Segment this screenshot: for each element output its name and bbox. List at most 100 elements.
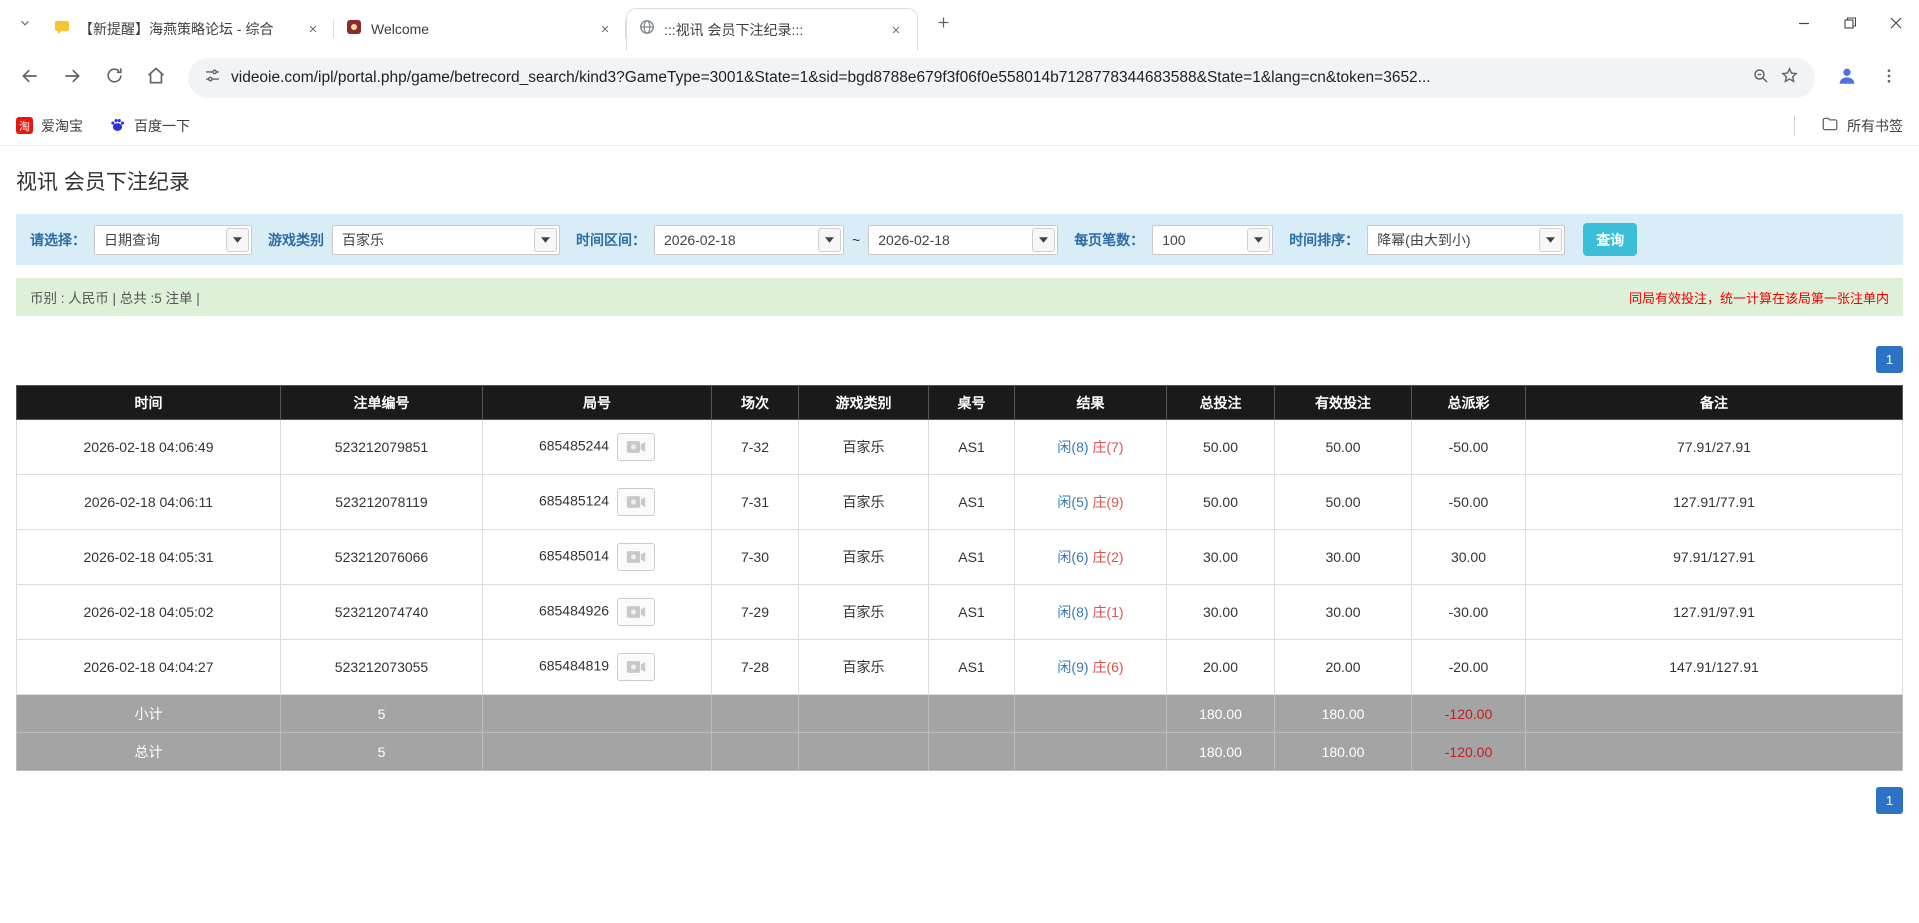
dropdown-arrow-icon[interactable] [226,228,249,252]
subtotal-payout: -120.00 [1412,695,1526,733]
filter-label: 每页笔数： [1074,230,1144,250]
table-row: 2026-02-18 04:06:11 523212078119 6854851… [17,475,1903,530]
close-tab-button[interactable] [596,20,614,38]
tab-title: Welcome [371,21,587,37]
page-number-button[interactable]: 1 [1876,787,1903,814]
cell-note: 147.91/127.91 [1526,640,1903,695]
bookmark-star-icon[interactable] [1780,66,1799,90]
url-text[interactable]: videoie.com/ipl/portal.php/game/betrecor… [231,69,1742,87]
cell-total-bet[interactable]: 50.00 [1167,420,1275,475]
dropdown-value: 2026-02-18 [655,232,768,248]
cell-valid-bet: 30.00 [1275,585,1412,640]
dropdown-arrow-icon[interactable] [534,228,557,252]
minimize-icon [1798,16,1810,34]
tab-search-button[interactable] [8,8,42,42]
dropdown-arrow-icon[interactable] [1032,228,1055,252]
cell-time: 2026-02-18 04:05:02 [17,585,281,640]
refresh-button[interactable] [96,60,132,96]
bookmark-aitaobao[interactable]: 淘 爱淘宝 [16,116,83,136]
col-note: 备注 [1526,386,1903,420]
video-replay-button[interactable] [617,598,655,626]
cell-session: 7-29 [712,585,799,640]
dropdown-arrow-icon[interactable] [818,228,841,252]
home-button[interactable] [138,60,174,96]
browser-window: 【新提醒】海燕策略论坛 - 综合 Welcome :::视讯 会员下注纪录::: [0,0,1919,923]
tab-bet-records[interactable]: :::视讯 会员下注纪录::: [626,8,918,50]
search-button[interactable]: 查询 [1583,223,1637,256]
cell-total-bet[interactable]: 50.00 [1167,475,1275,530]
cell-total-bet[interactable]: 30.00 [1167,585,1275,640]
chevron-down-icon [18,16,32,35]
game-type-dropdown[interactable]: 百家乐 [332,225,560,255]
round-id-text: 685484926 [539,603,609,619]
cell-result: 闲(9) 庄(6) [1015,640,1167,695]
result-banker: 庄(6) [1092,659,1123,675]
filter-label: 时间区间： [576,230,646,250]
cell-valid-bet: 20.00 [1275,640,1412,695]
back-button[interactable] [12,60,48,96]
video-replay-button[interactable] [617,543,655,571]
subtotal-row: 小计 5 180.00 180.00 -120.00 [17,695,1903,733]
close-icon [1890,16,1902,34]
menu-button[interactable] [1871,60,1907,96]
close-window-button[interactable] [1873,0,1919,50]
cell-game: 百家乐 [799,640,929,695]
video-replay-button[interactable] [617,488,655,516]
close-tab-button[interactable] [304,20,322,38]
page-content: 视讯 会员下注纪录 请选择： 日期查询 游戏类别 百家乐 时间区间： 202 [0,166,1919,814]
query-mode-dropdown[interactable]: 日期查询 [94,225,252,255]
date-to-dropdown[interactable]: 2026-02-18 [868,225,1058,255]
filter-page-size: 每页笔数： 100 [1074,225,1273,255]
total-count: 5 [281,733,483,771]
date-from-dropdown[interactable]: 2026-02-18 [654,225,844,255]
tab-welcome[interactable]: Welcome [334,8,626,50]
total-row: 总计 5 180.00 180.00 -120.00 [17,733,1903,771]
subtotal-count: 5 [281,695,483,733]
restore-button[interactable] [1827,0,1873,50]
baidu-paw-icon [109,116,126,136]
notice-text: 同局有效投注，统一计算在该局第一张注单内 [1629,288,1889,307]
cell-total-bet[interactable]: 30.00 [1167,530,1275,585]
new-tab-button[interactable] [928,10,958,40]
cell-game: 百家乐 [799,475,929,530]
bookmark-label: 百度一下 [134,116,190,136]
cell-time: 2026-02-18 04:06:11 [17,475,281,530]
video-replay-button[interactable] [617,433,655,461]
address-bar[interactable]: videoie.com/ipl/portal.php/game/betrecor… [188,58,1815,98]
sort-dropdown[interactable]: 降幂(由大到小) [1367,225,1565,255]
subtotal-label: 小计 [17,695,281,733]
minimize-button[interactable] [1781,0,1827,50]
cell-bet-id: 523212078119 [281,475,483,530]
dropdown-arrow-icon[interactable] [1247,228,1270,252]
page-size-dropdown[interactable]: 100 [1152,225,1273,255]
result-player: 闲(8) [1057,439,1088,455]
site-settings-icon[interactable] [204,67,221,89]
plus-icon [936,15,951,35]
profile-button[interactable] [1829,60,1865,96]
cell-game: 百家乐 [799,530,929,585]
summary-text: 币别 : 人民币 | 总共 :5 注单 | [30,287,200,307]
restore-icon [1844,16,1856,34]
cell-result: 闲(8) 庄(7) [1015,420,1167,475]
video-replay-button[interactable] [617,653,655,681]
round-id-text: 685485244 [539,438,609,454]
page-number-button[interactable]: 1 [1876,346,1903,373]
dropdown-arrow-icon[interactable] [1539,228,1562,252]
result-banker: 庄(1) [1092,604,1123,620]
forward-button[interactable] [54,60,90,96]
cell-valid-bet: 50.00 [1275,475,1412,530]
cell-valid-bet: 30.00 [1275,530,1412,585]
all-bookmarks-button[interactable]: 所有书签 [1821,115,1903,136]
cell-round-id: 685485124 [483,475,712,530]
bookmark-baidu[interactable]: 百度一下 [109,116,190,136]
tab-title: 【新提醒】海燕策略论坛 - 综合 [79,19,295,39]
tab-title: :::视讯 会员下注纪录::: [664,20,878,40]
close-tab-button[interactable] [887,21,905,39]
round-id-text: 685485124 [539,493,609,509]
col-time: 时间 [17,386,281,420]
zoom-icon[interactable] [1752,67,1770,90]
tab-forum[interactable]: 【新提醒】海燕策略论坛 - 综合 [42,8,334,50]
cell-time: 2026-02-18 04:04:27 [17,640,281,695]
cell-payout: -50.00 [1412,420,1526,475]
cell-total-bet[interactable]: 20.00 [1167,640,1275,695]
